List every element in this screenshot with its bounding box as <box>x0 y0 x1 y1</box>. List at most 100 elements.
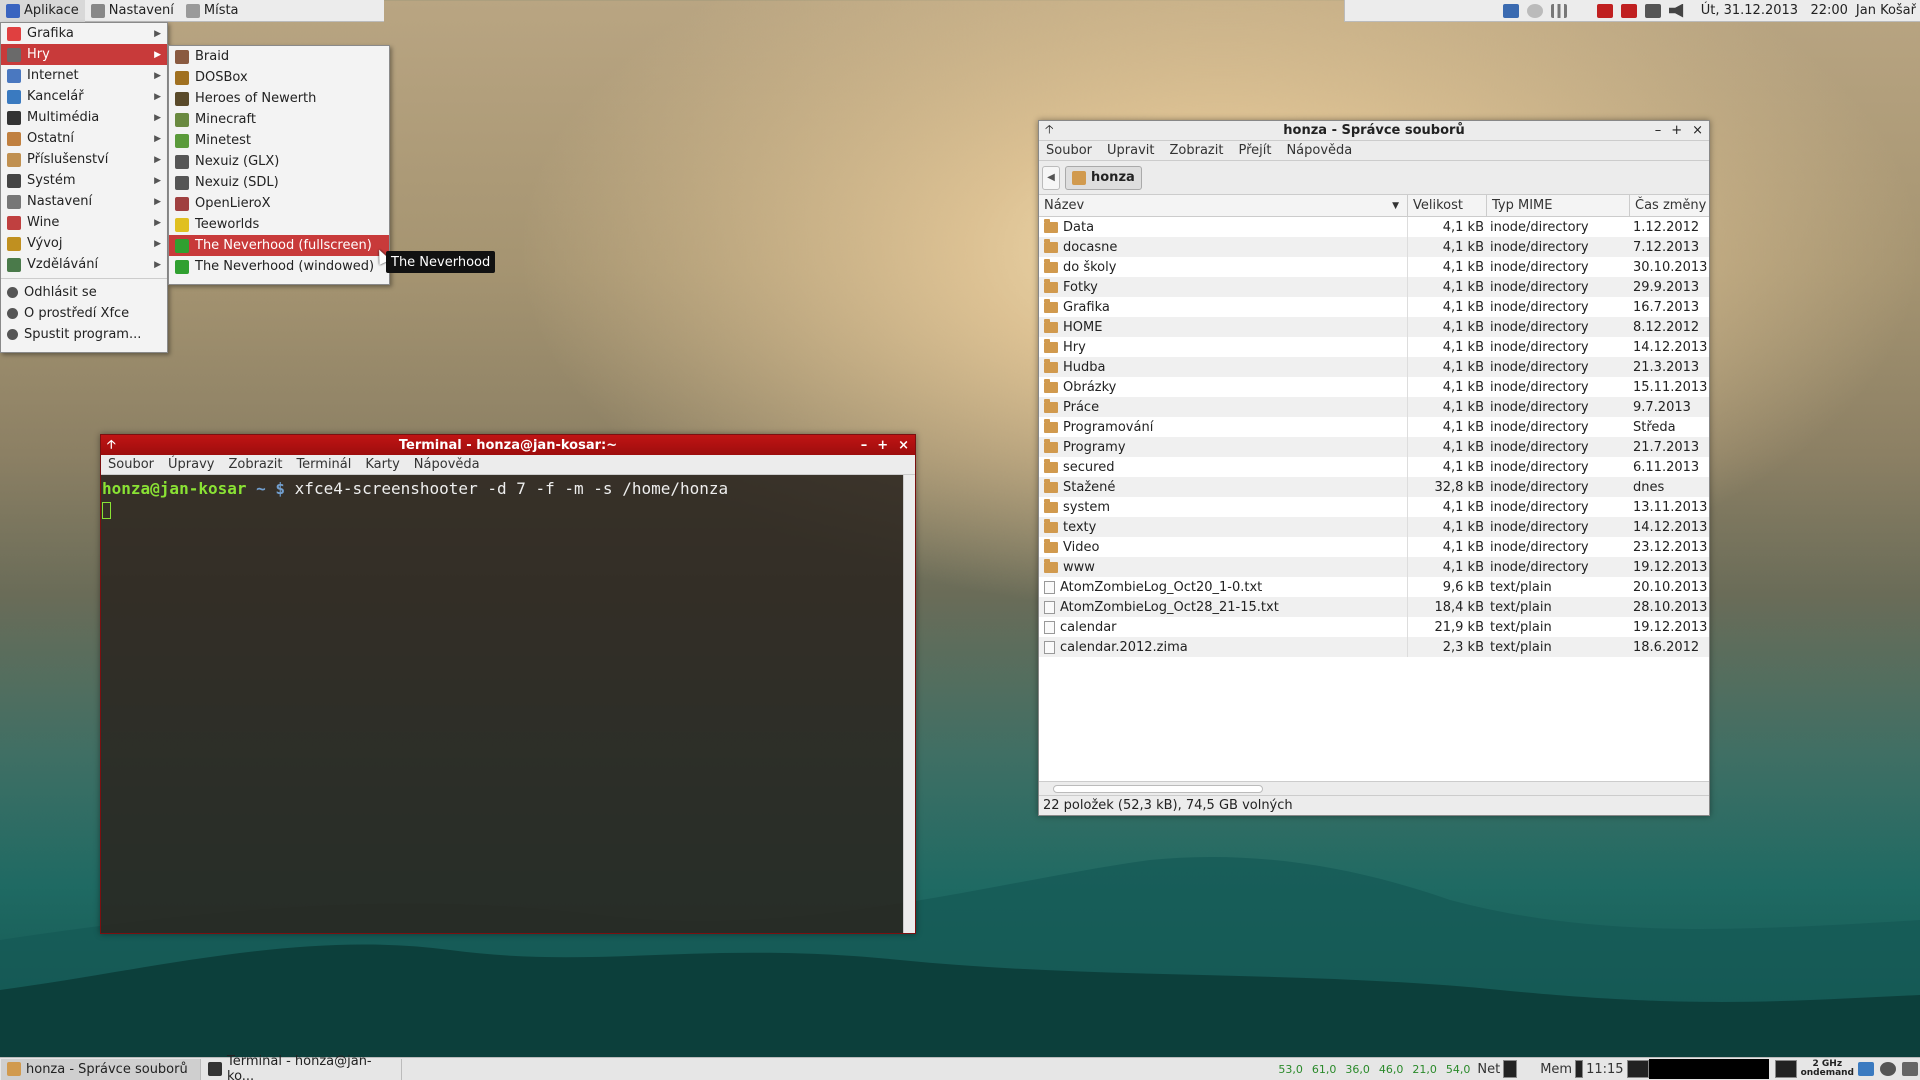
column-modified[interactable]: Čas změny <box>1630 195 1709 216</box>
menu-action-2[interactable]: Spustit program... <box>1 324 167 345</box>
games-item-9[interactable]: The Neverhood (fullscreen) <box>169 235 389 256</box>
terminal-menu-view[interactable]: Zobrazit <box>228 457 282 472</box>
scrollbar-thumb[interactable] <box>1053 785 1263 793</box>
window-menu-icon[interactable]: 🡡 <box>1045 120 1054 141</box>
maximize-icon[interactable]: + <box>1671 123 1682 138</box>
games-item-1[interactable]: DOSBox <box>169 67 389 88</box>
menu-item-ostatní[interactable]: Ostatní ▶ <box>1 128 167 149</box>
file-row[interactable]: Hry 4,1 kB inode/directory 14.12.2013 <box>1039 337 1709 357</box>
games-item-2[interactable]: Heroes of Newerth <box>169 88 389 109</box>
menu-item-vzdělávání[interactable]: Vzdělávání ▶ <box>1 254 167 275</box>
fm-menu-edit[interactable]: Upravit <box>1107 143 1154 158</box>
path-back-button[interactable]: ◀ <box>1042 165 1060 190</box>
file-row[interactable]: do školy 4,1 kB inode/directory 30.10.2013 <box>1039 257 1709 277</box>
terminal-titlebar[interactable]: 🡡 Terminal - honza@jan-kosar:~ – + × <box>101 435 915 455</box>
games-item-3[interactable]: Minecraft <box>169 109 389 130</box>
menu-action-0[interactable]: Odhlásit se <box>1 282 167 303</box>
column-mime[interactable]: Typ MIME <box>1487 195 1630 216</box>
file-row[interactable]: Programování 4,1 kB inode/directory Středa <box>1039 417 1709 437</box>
maximize-icon[interactable]: + <box>877 438 888 453</box>
terminal-menu-edit[interactable]: Úpravy <box>168 457 214 472</box>
menu-item-vývoj[interactable]: Vývoj ▶ <box>1 233 167 254</box>
menu-item-kancelář[interactable]: Kancelář ▶ <box>1 86 167 107</box>
file-row[interactable]: calendar.2012.zima 2,3 kB text/plain 18.6.2… <box>1039 637 1709 657</box>
close-icon[interactable]: × <box>1692 123 1703 138</box>
mem-graph[interactable] <box>1575 1060 1584 1078</box>
column-size[interactable]: Velikost <box>1408 195 1487 216</box>
menu-item-nastavení[interactable]: Nastavení ▶ <box>1 191 167 212</box>
file-row[interactable]: Obrázky 4,1 kB inode/directory 15.11.2013 <box>1039 377 1709 397</box>
games-item-6[interactable]: Nexuiz (SDL) <box>169 172 389 193</box>
stop-icon[interactable] <box>1620 3 1637 18</box>
menu-item-internet[interactable]: Internet ▶ <box>1 65 167 86</box>
volume-icon[interactable] <box>1668 3 1684 18</box>
games-item-5[interactable]: Nexuiz (GLX) <box>169 151 389 172</box>
games-item-8[interactable]: Teeworlds <box>169 214 389 235</box>
network-icon[interactable] <box>1858 1062 1874 1076</box>
file-manager-titlebar[interactable]: 🡡 honza - Správce souborů – + × <box>1039 121 1709 141</box>
keyboard-icon[interactable] <box>1902 1062 1918 1076</box>
file-row[interactable]: Video 4,1 kB inode/directory 23.12.2013 <box>1039 537 1709 557</box>
file-row[interactable]: www 4,1 kB inode/directory 19.12.2013 <box>1039 557 1709 577</box>
cpu-graph-icon[interactable] <box>1626 1060 1649 1078</box>
menu-item-multimédia[interactable]: Multimédia ▶ <box>1 107 167 128</box>
file-row[interactable]: docasne 4,1 kB inode/directory 7.12.2013 <box>1039 237 1709 257</box>
terminal-output[interactable]: honza@jan-kosar ~ $ xfce4-screenshooter … <box>101 475 903 933</box>
games-item-7[interactable]: OpenLieroX <box>169 193 389 214</box>
terminal-menu-terminal[interactable]: Terminál <box>296 457 351 472</box>
close-icon[interactable]: × <box>898 438 909 453</box>
weather-icon[interactable] <box>1526 3 1543 18</box>
games-item-0[interactable]: Braid <box>169 46 389 67</box>
fm-menu-view[interactable]: Zobrazit <box>1169 143 1223 158</box>
file-row[interactable]: Data 4,1 kB inode/directory 1.12.2012 <box>1039 217 1709 237</box>
cpu-frequency[interactable]: 2 GHz ondemand <box>1797 1060 1858 1078</box>
applications-menu-button[interactable]: Aplikace <box>0 0 85 22</box>
terminal-scrollbar[interactable] <box>903 475 915 933</box>
file-manager-window[interactable]: 🡡 honza - Správce souborů – + × Soubor U… <box>1038 120 1710 816</box>
file-row[interactable]: AtomZombieLog_Oct28_21-15.txt 18,4 kB text… <box>1039 597 1709 617</box>
minimize-icon[interactable]: – <box>1655 123 1662 138</box>
file-row[interactable]: Hudba 4,1 kB inode/directory 21.3.2013 <box>1039 357 1709 377</box>
terminal-window[interactable]: 🡡 Terminal - honza@jan-kosar:~ – + × Sou… <box>100 434 916 934</box>
menu-item-systém[interactable]: Systém ▶ <box>1 170 167 191</box>
window-menu-icon[interactable]: 🡡 <box>107 435 116 456</box>
battery-icon[interactable] <box>1644 3 1661 18</box>
menu-item-příslušenství[interactable]: Příslušenství ▶ <box>1 149 167 170</box>
settings-menu-button[interactable]: Nastavení <box>85 0 180 22</box>
menu-item-hry[interactable]: Hry ▶ <box>1 44 167 65</box>
file-row[interactable]: Fotky 4,1 kB inode/directory 29.9.2013 <box>1039 277 1709 297</box>
fm-menu-go[interactable]: Přejít <box>1238 143 1271 158</box>
menu-item-grafika[interactable]: Grafika ▶ <box>1 23 167 44</box>
file-list-hscrollbar[interactable] <box>1039 781 1709 795</box>
menu-action-1[interactable]: O prostředí Xfce <box>1 303 167 324</box>
clock[interactable]: Út, 31.12.2013 22:00 <box>1701 3 1848 18</box>
fm-menu-help[interactable]: Nápověda <box>1286 143 1352 158</box>
net-graph[interactable] <box>1503 1060 1518 1078</box>
path-crumb-home[interactable]: honza <box>1065 165 1142 190</box>
file-row[interactable]: AtomZombieLog_Oct20_1-0.txt 9,6 kB text/pl… <box>1039 577 1709 597</box>
file-row[interactable]: Práce 4,1 kB inode/directory 9.7.2013 <box>1039 397 1709 417</box>
places-menu-button[interactable]: Místa <box>180 0 245 22</box>
signal-icon[interactable] <box>1550 3 1567 18</box>
cpufreq-icon[interactable] <box>1774 1060 1797 1078</box>
task-file-manager[interactable]: honza - Správce souborů <box>1 1058 201 1080</box>
file-row[interactable]: calendar 21,9 kB text/plain 19.12.2013 <box>1039 617 1709 637</box>
file-row[interactable]: secured 4,1 kB inode/directory 6.11.2013 <box>1039 457 1709 477</box>
games-item-10[interactable]: The Neverhood (windowed) <box>169 256 389 277</box>
file-row[interactable]: system 4,1 kB inode/directory 13.11.2013 <box>1039 497 1709 517</box>
panel-clock[interactable]: 11:15 <box>1583 1062 1626 1077</box>
file-row[interactable]: Grafika 4,1 kB inode/directory 16.7.2013 <box>1039 297 1709 317</box>
task-terminal[interactable]: Terminal - honza@jan-ko... <box>202 1054 402 1080</box>
fm-menu-file[interactable]: Soubor <box>1046 143 1092 158</box>
column-name[interactable]: Název ▼ <box>1039 195 1408 216</box>
menu-item-wine[interactable]: Wine ▶ <box>1 212 167 233</box>
file-row[interactable]: texty 4,1 kB inode/directory 14.12.2013 <box>1039 517 1709 537</box>
power-icon[interactable] <box>1880 1062 1896 1076</box>
file-row[interactable]: Stažené 32,8 kB inode/directory dnes <box>1039 477 1709 497</box>
user-name[interactable]: Jan Košař <box>1856 3 1916 18</box>
minimize-icon[interactable]: – <box>861 438 868 453</box>
record-icon[interactable] <box>1596 3 1613 18</box>
file-row[interactable]: HOME 4,1 kB inode/directory 8.12.2012 <box>1039 317 1709 337</box>
terminal-menu-file[interactable]: Soubor <box>108 457 154 472</box>
terminal-menu-tabs[interactable]: Karty <box>365 457 399 472</box>
